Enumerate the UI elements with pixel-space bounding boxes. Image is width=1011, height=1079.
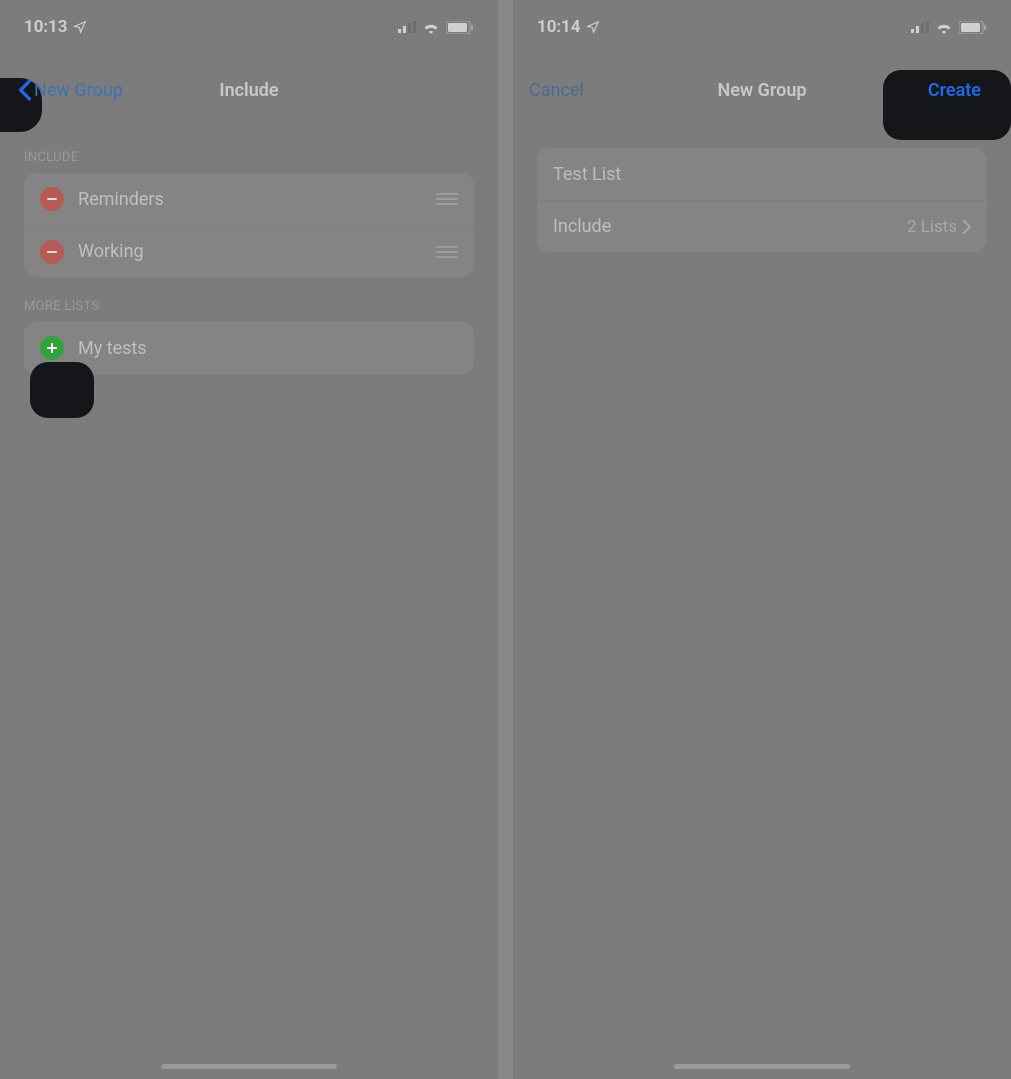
section-header-more-lists: MORE LISTS [0, 277, 498, 322]
status-bar: 10:13 [0, 0, 498, 44]
back-label: New Group [34, 80, 123, 101]
status-time: 10:13 [24, 17, 67, 37]
chevron-right-icon [963, 220, 971, 234]
battery-icon [446, 21, 474, 34]
back-button[interactable]: New Group [16, 73, 127, 107]
list-item-label: Reminders [78, 189, 164, 210]
include-count: 2 Lists [907, 217, 957, 237]
include-row-working[interactable]: Working [24, 225, 474, 277]
status-time: 10:14 [537, 17, 580, 37]
home-indicator[interactable] [674, 1064, 850, 1069]
wifi-icon [935, 21, 953, 34]
nav-bar: Cancel New Group Create [513, 62, 1011, 118]
include-label: Include [553, 216, 611, 237]
signal-icon [911, 21, 929, 33]
wifi-icon [422, 21, 440, 34]
group-name-row[interactable]: Test List [537, 148, 987, 200]
chevron-left-icon [18, 79, 32, 101]
group-name-input[interactable]: Test List [553, 164, 621, 185]
location-icon [586, 20, 600, 34]
add-icon[interactable] [40, 336, 64, 360]
signal-icon [398, 21, 416, 33]
screenshot-right: 10:14 Cancel New Group Create [513, 0, 1011, 1079]
include-row-reminders[interactable]: Reminders [24, 173, 474, 225]
include-row[interactable]: Include 2 Lists [537, 200, 987, 252]
drag-handle-icon[interactable] [436, 193, 458, 205]
list-item-label: My tests [78, 338, 147, 359]
highlight-add-button [30, 362, 94, 418]
section-header-include: INCLUDE [0, 128, 498, 173]
create-button[interactable]: Create [914, 70, 995, 111]
nav-bar: New Group Include [0, 62, 498, 118]
location-icon [73, 20, 87, 34]
include-list-group: Reminders Working [24, 173, 474, 277]
home-indicator[interactable] [161, 1064, 337, 1069]
new-group-form: Test List Include 2 Lists [537, 148, 987, 252]
drag-handle-icon[interactable] [436, 246, 458, 258]
remove-icon[interactable] [40, 240, 64, 264]
remove-icon[interactable] [40, 187, 64, 211]
more-row-my-tests[interactable]: My tests [24, 322, 474, 374]
status-bar: 10:14 [513, 0, 1011, 44]
more-lists-group: My tests [24, 322, 474, 374]
list-item-label: Working [78, 241, 144, 262]
cancel-button[interactable]: Cancel [529, 80, 584, 101]
battery-icon [959, 21, 987, 34]
screenshot-left: 10:13 New Group Inclu [0, 0, 498, 1079]
